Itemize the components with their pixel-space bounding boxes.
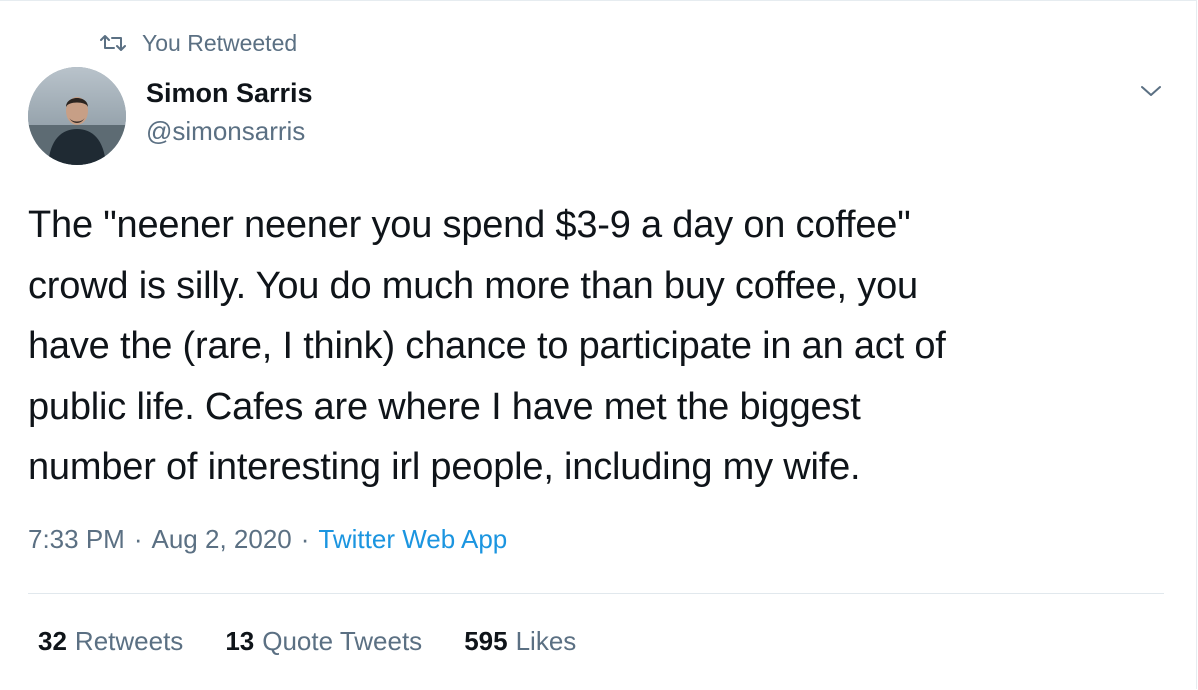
likes-count: 595 (464, 626, 508, 656)
retweets-label: Retweets (74, 626, 184, 656)
chevron-down-icon (1140, 84, 1162, 103)
quote-tweets-stat[interactable]: 13 Quote Tweets (225, 626, 422, 657)
tweet-line: have the (rare, I think) chance to parti… (28, 325, 946, 367)
tweet-meta: 7:33 PM · Aug 2, 2020 · Twitter Web App (28, 524, 507, 555)
likes-stat[interactable]: 595 Likes (464, 626, 576, 657)
social-context-label: You Retweeted (142, 29, 298, 56)
likes-label: Likes (515, 626, 577, 656)
tweet-line: crowd is silly. You do much more than bu… (28, 264, 918, 307)
retweets-stat[interactable]: 32 Retweets (38, 626, 183, 657)
meta-separator: · (133, 524, 143, 554)
social-context: You Retweeted (100, 28, 297, 58)
tweet-text: The "neener neener you spend $3-9 a day … (28, 195, 1148, 498)
tweet-source-link[interactable]: Twitter Web App (318, 524, 507, 555)
quote-tweets-count: 13 (225, 626, 255, 656)
tweet-time[interactable]: 7:33 PM (28, 524, 125, 555)
tweet-line: The "neener neener you spend $3-9 a day … (28, 204, 911, 246)
divider (28, 593, 1164, 594)
more-options-button[interactable] (1136, 78, 1166, 108)
quote-tweets-label: Quote Tweets (262, 626, 423, 656)
avatar[interactable] (28, 67, 126, 165)
retweets-count: 32 (38, 626, 67, 656)
tweet-line: number of interesting irl people, includ… (28, 446, 861, 488)
tweet-stats: 32 Retweets 13 Quote Tweets 595 Likes (38, 626, 576, 657)
meta-separator: · (300, 524, 310, 554)
author-name[interactable]: Simon Sarris (146, 78, 313, 109)
tweet-line: public life. Cafes are where I have met … (28, 385, 861, 428)
tweet-date[interactable]: Aug 2, 2020 (152, 524, 292, 555)
author-handle[interactable]: @simonsarris (146, 116, 305, 147)
retweet-icon (100, 33, 126, 53)
